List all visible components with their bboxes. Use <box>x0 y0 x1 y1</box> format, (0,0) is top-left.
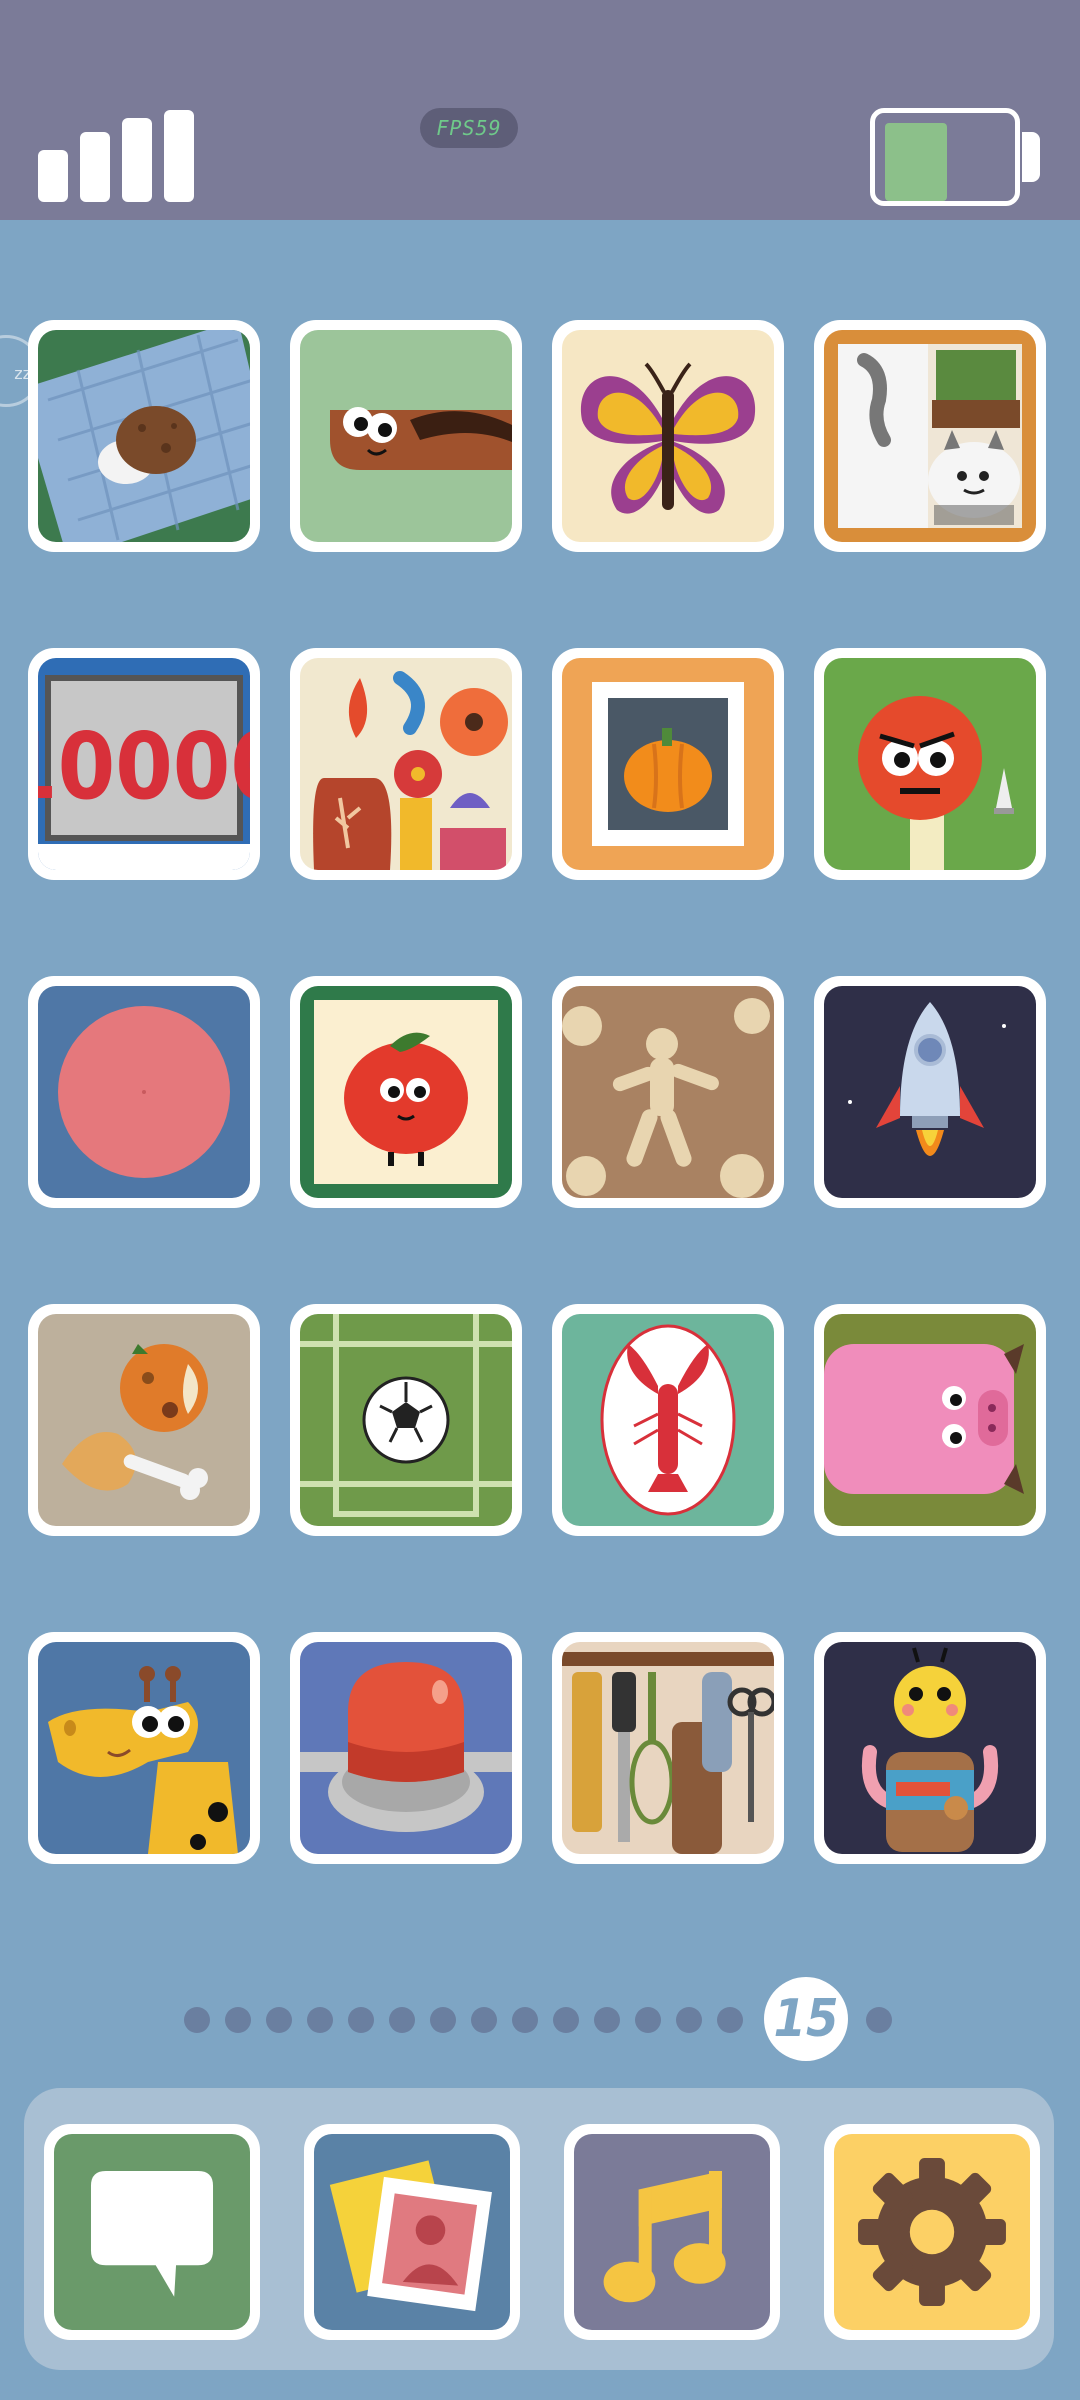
page-dot[interactable] <box>676 2007 702 2033</box>
red-alarm-button-icon[interactable] <box>290 1632 522 1864</box>
soccer-field-icon[interactable] <box>290 1304 522 1536</box>
counter-10000-icon[interactable]: 10000 <box>28 648 260 880</box>
eaten-fruit-and-bone-icon[interactable] <box>28 1304 260 1536</box>
current-page-number: 15 <box>764 1977 848 2061</box>
page-dot[interactable] <box>594 2007 620 2033</box>
giraffe-icon[interactable] <box>28 1632 260 1864</box>
music-icon[interactable] <box>564 2124 780 2340</box>
page-dot[interactable] <box>635 2007 661 2033</box>
red-monster-with-sword-icon[interactable] <box>814 648 1046 880</box>
page-indicator: 15 <box>0 1975 1080 2065</box>
page-dot[interactable] <box>430 2007 456 2033</box>
tomato-character-icon[interactable] <box>290 976 522 1208</box>
settings-gear-icon[interactable] <box>824 2124 1040 2340</box>
dock <box>24 2088 1054 2370</box>
counter-value: 10000 <box>38 713 250 820</box>
photos-icon[interactable] <box>304 2124 520 2340</box>
flower-vases-icon[interactable] <box>290 648 522 880</box>
signal-strength-icon <box>38 110 198 202</box>
bee-with-jar-icon[interactable] <box>814 1632 1046 1864</box>
page-dot[interactable] <box>471 2007 497 2033</box>
pumpkin-stamp-icon[interactable] <box>552 648 784 880</box>
cat-and-cactus-room-icon[interactable] <box>814 320 1046 552</box>
page-dot[interactable] <box>266 2007 292 2033</box>
fps-counter: FPS59 <box>420 108 518 148</box>
page-dot[interactable] <box>307 2007 333 2033</box>
page-dot[interactable] <box>866 2007 892 2033</box>
page-dot[interactable] <box>225 2007 251 2033</box>
mushroom-on-cloth-icon[interactable] <box>28 320 260 552</box>
lobster-plate-icon[interactable] <box>552 1304 784 1536</box>
pink-pig-icon[interactable] <box>814 1304 1046 1536</box>
rocket-icon[interactable] <box>814 976 1046 1208</box>
sausage-creature-icon[interactable] <box>290 320 522 552</box>
page-dot[interactable] <box>717 2007 743 2033</box>
page-dot[interactable] <box>512 2007 538 2033</box>
battery-icon <box>870 108 1040 206</box>
status-bar: FPS59 <box>0 0 1080 220</box>
page-dot[interactable] <box>553 2007 579 2033</box>
cookie-figures-icon[interactable] <box>552 976 784 1208</box>
kitchen-tools-icon[interactable] <box>552 1632 784 1864</box>
page-dot[interactable] <box>389 2007 415 2033</box>
page-dot[interactable] <box>348 2007 374 2033</box>
page-dot[interactable] <box>184 2007 210 2033</box>
messages-icon[interactable] <box>44 2124 260 2340</box>
butterfly-icon[interactable] <box>552 320 784 552</box>
pink-ball-icon[interactable] <box>28 976 260 1208</box>
